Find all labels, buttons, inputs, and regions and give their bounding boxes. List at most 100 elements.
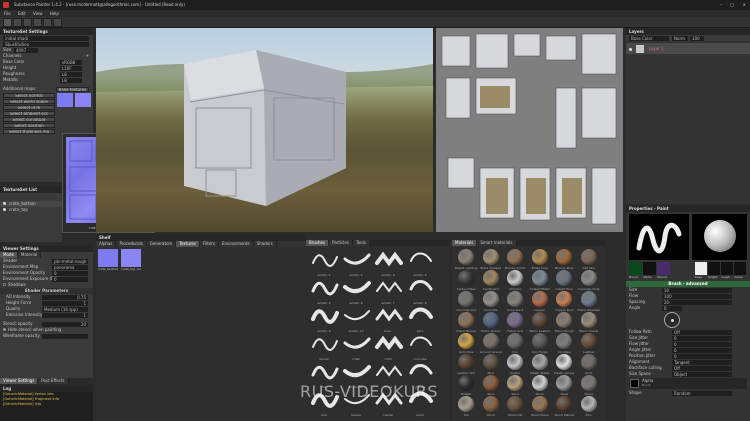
follow-path-toggle[interactable]: Off (672, 329, 732, 335)
brush-preset[interactable]: artistic 4 (404, 249, 436, 277)
visibility-icon[interactable] (3, 208, 6, 211)
brush-preset[interactable]: cloth (372, 333, 404, 361)
base-color-chip[interactable] (695, 262, 707, 275)
alpha-slot[interactable] (643, 262, 656, 275)
material-preset[interactable]: Cardboard (479, 270, 504, 291)
material-preset[interactable]: Silver (528, 375, 553, 396)
tab-alphas[interactable]: Alphas (96, 241, 117, 247)
material-preset[interactable]: Plastic Matte (528, 354, 553, 375)
tab-filters[interactable]: Filters (199, 241, 219, 247)
close-icon[interactable]: ✕ (743, 0, 746, 10)
tab-environments[interactable]: Environments (218, 241, 254, 247)
angle-field[interactable]: 0 (662, 305, 682, 311)
brush-preset[interactable]: artistic 3 (372, 249, 404, 277)
tab-brushes[interactable]: Brushes (306, 240, 330, 246)
material-preset[interactable]: Rust (479, 375, 504, 396)
material-preset[interactable]: Concrete 2 (503, 291, 528, 312)
visibility-icon[interactable] (629, 47, 632, 51)
material-preset[interactable]: Iron (503, 333, 528, 354)
size-jitter-slider[interactable]: 0 (672, 335, 732, 341)
material-preset[interactable]: Steel (552, 375, 577, 396)
material-preset[interactable]: Cobalt Pure (552, 270, 577, 291)
env-exposure-field[interactable]: 0 (52, 276, 88, 282)
material-preset[interactable]: Wood Plank (528, 396, 553, 417)
shelf-texture-item[interactable]: crate_top_normal (121, 249, 141, 273)
stencil-slot[interactable] (657, 262, 670, 275)
channel-format[interactable]: sRGB8 (60, 59, 82, 65)
material-preset[interactable]: Plastic (503, 354, 528, 375)
material-preset[interactable]: Carbon Fiber (454, 270, 479, 291)
material-preset[interactable]: Concrete Dirty (577, 270, 602, 291)
material-preset[interactable]: Concrete Old (454, 291, 479, 312)
tab-smart-materials[interactable]: Smart materials (477, 240, 517, 246)
material-preset[interactable]: Fabric Knit (503, 312, 528, 333)
tab-procedurals[interactable]: Procedurals (116, 241, 147, 247)
tool-smudge-icon[interactable] (43, 18, 52, 27)
material-preset[interactable]: Fabric Leather (528, 312, 553, 333)
material-preset[interactable]: Leather (577, 333, 602, 354)
material-preset[interactable]: Zinc (577, 396, 602, 417)
material-preset[interactable]: Fabric Suede (577, 312, 602, 333)
tab-viewer-settings[interactable]: Viewer Settings (0, 378, 39, 384)
brush-preset[interactable]: artistic 1 (308, 249, 340, 277)
material-preset[interactable]: Wood Walnut (552, 396, 577, 417)
roughness-chip[interactable] (721, 262, 733, 275)
channel-format[interactable]: L8 (60, 77, 82, 83)
select-map-button[interactable]: Select id m (3, 105, 55, 110)
channel-format[interactable]: L8 (60, 71, 82, 77)
bake-textures-button[interactable]: Bake textures (56, 86, 89, 92)
material-preset[interactable]: Iron Forge (528, 333, 553, 354)
material-preset[interactable]: Rubber (454, 375, 479, 396)
hide-stencil-checkbox[interactable] (3, 328, 6, 331)
set-name-field[interactable]: initial shadi (3, 35, 89, 41)
tool-projection-icon[interactable] (23, 18, 32, 27)
brush-slot[interactable] (629, 262, 642, 275)
menu-view[interactable]: View (33, 10, 43, 17)
angle-jitter-slider[interactable]: 0 (672, 347, 732, 353)
brush-preset[interactable]: basic (372, 305, 404, 333)
brush-preset[interactable]: artistic 6 (340, 277, 372, 305)
menu-help[interactable]: Help (50, 10, 59, 17)
brush-preset[interactable]: artistic 7 (372, 277, 404, 305)
tool-picker-icon[interactable] (53, 18, 62, 27)
textureset-item[interactable]: crate_top (0, 207, 62, 213)
tab-shaders[interactable]: Shaders (253, 241, 277, 247)
material-preset[interactable]: Chrome (503, 270, 528, 291)
tab-textures[interactable]: Textures (176, 241, 200, 247)
brush-preset[interactable]: bones (308, 333, 340, 361)
layer-item[interactable]: Layer 1 (626, 43, 750, 54)
select-map-button[interactable]: Select ambient occ (3, 111, 55, 116)
menu-edit[interactable]: Edit (18, 10, 26, 17)
emissive-slider[interactable]: 1 (42, 312, 88, 318)
size-space-select[interactable]: Object (672, 371, 732, 377)
material-preset[interactable]: Fabric Baseball (577, 291, 602, 312)
material-preset[interactable]: Plastic Glossy (552, 354, 577, 375)
maximize-icon[interactable]: □ (730, 0, 734, 10)
size-slider[interactable]: 10 (662, 287, 732, 293)
brush-preset[interactable]: artistic 5 (308, 277, 340, 305)
height-force-slider[interactable]: 1 (42, 300, 88, 306)
env-opacity-field[interactable]: 0 (52, 270, 88, 276)
material-preset[interactable]: Copper Pure (552, 291, 577, 312)
brush-preset[interactable]: bark (404, 305, 436, 333)
select-map-button[interactable]: Select curvature (3, 117, 55, 122)
material-preset[interactable]: Brass Pure (528, 249, 553, 270)
brush-preset[interactable]: artistic 2 (340, 249, 372, 277)
material-preset[interactable]: Fabric Burlap (454, 312, 479, 333)
brush-preset[interactable]: artistic 8 (404, 277, 436, 305)
material-preset[interactable]: Ground Gravel (479, 333, 504, 354)
ao-intensity-slider[interactable]: 0.75 (42, 294, 88, 300)
tool-eraser-icon[interactable] (13, 18, 22, 27)
metallic-chip[interactable] (734, 262, 746, 275)
select-map-button[interactable]: Select world space (3, 99, 55, 104)
position-jitter-slider[interactable]: 0 (672, 353, 732, 359)
material-preset[interactable]: Mud (479, 354, 504, 375)
material-preset[interactable]: Copper (528, 291, 553, 312)
material-preset[interactable]: Wood (479, 396, 504, 417)
spacing-slider[interactable]: 20 (662, 299, 732, 305)
material-preset[interactable]: Stone (577, 375, 602, 396)
menu-file[interactable]: File (4, 10, 11, 17)
viewport-3d[interactable] (96, 28, 433, 232)
height-chip[interactable] (708, 262, 720, 275)
brush-preset[interactable]: artistic 9 (308, 305, 340, 333)
